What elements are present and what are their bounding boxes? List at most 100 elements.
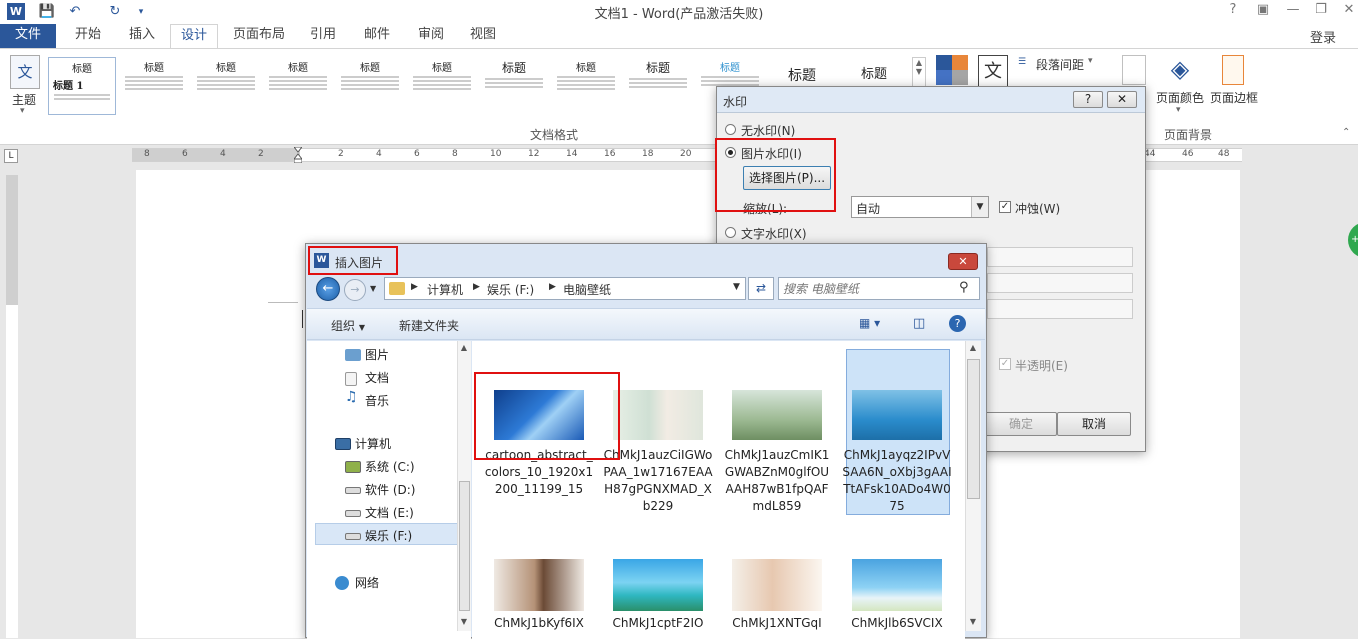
highlight-dialog-title [308, 246, 398, 275]
washout-checkbox[interactable]: ✓ [999, 201, 1011, 213]
ruler-tick-label: 16 [604, 149, 616, 159]
ruler-tick-label: 2 [338, 149, 344, 159]
tab-insert[interactable]: 插入 [118, 24, 166, 48]
file-name-8[interactable]: ChMkJlb6SVCIX [842, 615, 952, 632]
ruler-tick-label: 12 [528, 149, 540, 159]
network-icon [335, 576, 349, 590]
page-border-button[interactable]: 页面边框 [1210, 89, 1258, 106]
tree-drive-f[interactable]: 娱乐 (F:) [365, 527, 412, 544]
text-watermark-radio[interactable] [725, 227, 736, 238]
paragraph-spacing-button[interactable]: 段落间距 [1036, 56, 1084, 73]
back-button[interactable]: ← [316, 277, 340, 301]
page-color-icon[interactable]: ◈ [1164, 55, 1196, 85]
style-sample-title: 标题 [72, 64, 92, 75]
style-gallery-item[interactable]: 标题 [192, 57, 260, 115]
close-icon[interactable]: ✕ [1338, 2, 1358, 20]
page-color-dropdown-icon[interactable]: ▾ [1176, 105, 1181, 115]
scale-dropdown-icon[interactable]: ▼ [971, 197, 988, 217]
minimize-icon[interactable]: — [1282, 2, 1304, 20]
style-sample-title: 标题 [432, 63, 452, 74]
insert-picture-close-button[interactable]: ✕ [948, 253, 978, 270]
page-color-button[interactable]: 页面颜色 [1156, 89, 1204, 106]
tab-design[interactable]: 设计 [170, 24, 218, 48]
page-border-icon[interactable] [1222, 55, 1244, 85]
file-thumbnail-5[interactable] [494, 559, 584, 611]
search-box[interactable]: ⚲ [778, 277, 980, 300]
watermark-help-button[interactable]: ? [1073, 91, 1103, 108]
dialog-help-icon[interactable]: ? [949, 315, 966, 332]
tree-music[interactable]: 音乐 [365, 392, 389, 409]
file-list-scrollbar[interactable]: ▲ ▼ [965, 341, 981, 631]
organize-button[interactable]: 组织 ▼ [331, 317, 365, 334]
file-thumbnail-7[interactable] [732, 559, 822, 611]
help-icon[interactable]: ? [1222, 2, 1244, 20]
tab-references[interactable]: 引用 [300, 24, 346, 48]
file-thumbnail-2[interactable] [613, 390, 703, 440]
paragraph-spacing-dropdown-icon[interactable]: ▾ [1088, 56, 1093, 66]
style-gallery-item[interactable]: 标题 [120, 57, 188, 115]
tab-selector-icon[interactable]: L [4, 149, 18, 163]
tab-file[interactable]: 文件 [0, 24, 56, 48]
tree-computer[interactable]: 计算机 [355, 435, 391, 452]
ribbon-display-icon[interactable]: ▣ [1252, 2, 1274, 20]
file-name-6[interactable]: ChMkJ1cptF2IO [603, 615, 713, 632]
search-input[interactable] [783, 280, 953, 297]
side-assistant-icon[interactable]: + [1348, 222, 1358, 258]
forward-button[interactable]: → [344, 279, 366, 301]
style-gallery-item[interactable]: 标题 [624, 57, 692, 115]
file-thumbnail-6[interactable] [613, 559, 703, 611]
watermark-close-button[interactable]: ✕ [1107, 91, 1137, 108]
tab-home[interactable]: 开始 [64, 24, 112, 48]
style-gallery-item[interactable]: 标题 [336, 57, 404, 115]
file-name-5[interactable]: ChMkJ1bKyf6IX [484, 615, 594, 632]
file-name-4[interactable]: ChMkJ1ayqz2IPvVSAA6N_oXbj3gAAITtAFsk10AD… [842, 447, 952, 515]
watermark-cancel-button[interactable]: 取消 [1057, 412, 1131, 436]
tab-mailings[interactable]: 邮件 [354, 24, 400, 48]
file-name-7[interactable]: ChMkJ1XNTGqI [722, 615, 832, 632]
login-link[interactable]: 登录 [1310, 27, 1336, 46]
preview-pane-icon[interactable]: ◫ [913, 316, 925, 331]
style-gallery-item[interactable]: 标题 [408, 57, 476, 115]
text-cursor [302, 310, 303, 328]
paragraph-spacing-icon[interactable]: ☰ [1018, 57, 1026, 67]
fonts-icon[interactable]: 文 [978, 55, 1008, 89]
watermark-icon[interactable] [1122, 55, 1146, 85]
style-gallery-item[interactable]: 标题 标题 1 [48, 57, 116, 115]
history-dropdown-icon[interactable]: ▼ [370, 284, 376, 293]
no-watermark-radio[interactable] [725, 124, 736, 135]
file-name-3[interactable]: ChMkJ1auzCmIK1GWABZnM0glfOUAAH87wB1fpQAF… [722, 447, 832, 515]
indent-marker-icon[interactable] [292, 146, 304, 164]
tree-drive-c[interactable]: 系统 (C:) [365, 458, 415, 475]
scale-select[interactable]: 自动 [851, 196, 989, 218]
tab-layout[interactable]: 页面布局 [226, 24, 292, 48]
tree-documents[interactable]: 文档 [365, 369, 389, 386]
file-thumbnail-8[interactable] [852, 559, 942, 611]
file-thumbnail-4[interactable] [852, 390, 942, 440]
tree-pictures[interactable]: 图片 [365, 346, 389, 363]
collapse-ribbon-icon[interactable]: ⌃ [1342, 127, 1350, 138]
tab-view[interactable]: 视图 [460, 24, 506, 48]
tab-review[interactable]: 审阅 [408, 24, 454, 48]
style-gallery-item[interactable]: 标题 [480, 57, 548, 115]
theme-dropdown-icon[interactable]: ▾ [20, 106, 25, 116]
colors-icon[interactable] [936, 55, 968, 85]
restore-icon[interactable]: ❐ [1310, 2, 1332, 20]
view-icon[interactable]: ▦ ▾ [859, 316, 880, 330]
address-bar[interactable]: ▶ 计算机 ▶ 娱乐 (F:) ▶ 电脑壁纸 ▼ [384, 277, 746, 300]
watermark-ok-button[interactable]: 确定 [985, 412, 1057, 436]
refresh-icon[interactable]: ⇄ [748, 277, 774, 300]
tree-network[interactable]: 网络 [355, 574, 379, 591]
ribbon: 文 主题 ▾ 标题 标题 1 标题 标题 标题 标题 标题 标题 标题 标题 标… [0, 48, 1358, 145]
breadcrumb-wallpaper[interactable]: 电脑壁纸 [563, 281, 611, 298]
breadcrumb-computer[interactable]: 计算机 [427, 281, 463, 298]
breadcrumb-drive-f[interactable]: 娱乐 (F:) [487, 281, 534, 298]
style-gallery-item[interactable]: 标题 [264, 57, 332, 115]
style-sample-title: 标题 [288, 63, 308, 74]
file-thumbnail-3[interactable] [732, 390, 822, 440]
tree-scrollbar[interactable]: ▲ ▼ [457, 341, 471, 631]
new-folder-button[interactable]: 新建文件夹 [399, 317, 459, 334]
tree-drive-d[interactable]: 软件 (D:) [365, 481, 415, 498]
tree-drive-e[interactable]: 文档 (E:) [365, 504, 414, 521]
theme-icon[interactable]: 文 [10, 55, 40, 89]
style-gallery-item[interactable]: 标题 [552, 57, 620, 115]
